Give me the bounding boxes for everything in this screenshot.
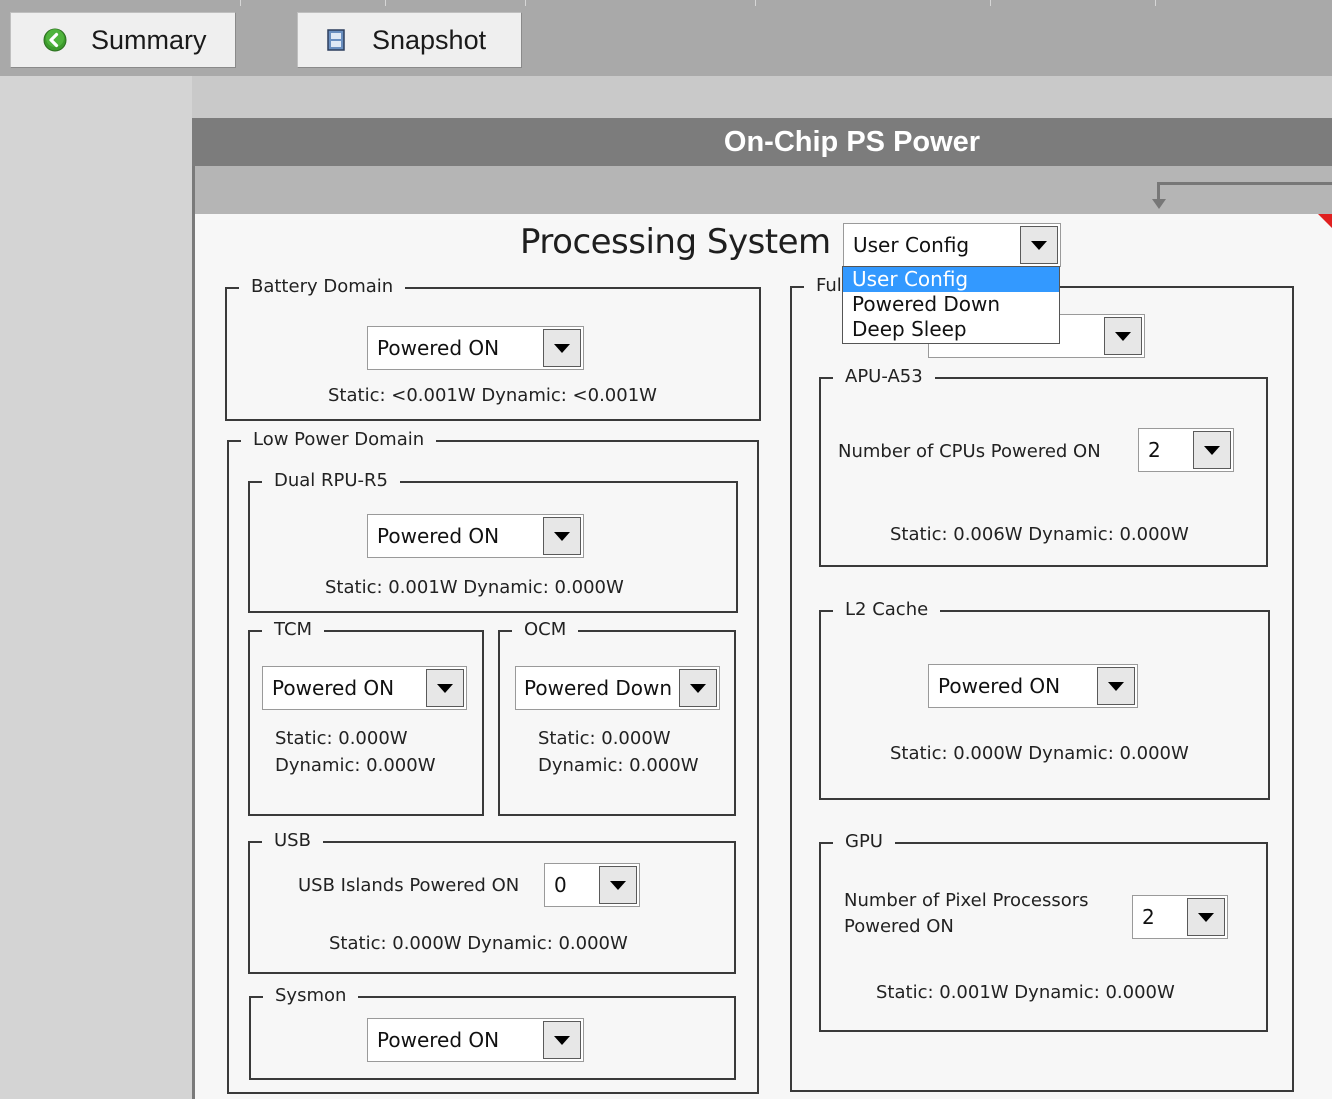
chevron-down-icon bbox=[1198, 912, 1214, 922]
select-value: User Config bbox=[853, 233, 970, 257]
usb-islands-select[interactable]: 0 bbox=[544, 863, 640, 907]
summary-button-label: Summary bbox=[91, 24, 207, 55]
l2-cache-stats: Static: 0.000W Dynamic: 0.000W bbox=[890, 743, 1189, 764]
chevron-down-icon bbox=[554, 1035, 570, 1045]
group-title: Dual RPU-R5 bbox=[262, 469, 401, 493]
connector-arrow-icon bbox=[1152, 199, 1166, 209]
group-title: APU-A53 bbox=[833, 365, 935, 389]
spacer-band bbox=[192, 76, 1332, 118]
dropdown-button[interactable] bbox=[1193, 431, 1231, 469]
processing-system-mode-options: User Config Powered Down Deep Sleep bbox=[842, 266, 1060, 344]
film-snapshot-icon bbox=[327, 29, 345, 51]
usb-stats: Static: 0.000W Dynamic: 0.000W bbox=[329, 933, 628, 954]
tcm-dynamic: Dynamic: 0.000W bbox=[275, 755, 436, 776]
back-arrow-icon bbox=[43, 28, 67, 52]
dropdown-button[interactable] bbox=[426, 669, 464, 707]
group-title: OCM bbox=[512, 618, 579, 642]
ocm-static: Static: 0.000W bbox=[538, 728, 671, 749]
dropdown-button[interactable] bbox=[1097, 667, 1135, 705]
gpu-stats: Static: 0.001W Dynamic: 0.000W bbox=[876, 982, 1175, 1003]
chevron-down-icon bbox=[554, 343, 570, 353]
toolbar: Summary Snapshot bbox=[0, 0, 1332, 76]
gpu-pixel-label-line1: Number of Pixel Processors bbox=[844, 890, 1089, 911]
snapshot-button[interactable]: Snapshot bbox=[297, 12, 522, 68]
option-deep-sleep[interactable]: Deep Sleep bbox=[843, 317, 1059, 342]
dropdown-button[interactable] bbox=[1020, 226, 1058, 264]
grid-divider bbox=[525, 0, 526, 6]
dropdown-button[interactable] bbox=[599, 866, 637, 904]
select-value: 2 bbox=[1142, 905, 1155, 929]
battery-domain-power-select[interactable]: Powered ON bbox=[367, 326, 584, 370]
processing-system-title: Processing System bbox=[520, 222, 831, 262]
processing-system-mode-select[interactable]: User Config bbox=[843, 223, 1061, 267]
group-title: GPU bbox=[833, 830, 895, 854]
dropdown-button[interactable] bbox=[1187, 898, 1225, 936]
select-value: 2 bbox=[1148, 438, 1161, 462]
select-value: Powered ON bbox=[377, 1028, 500, 1052]
grid-divider bbox=[240, 0, 241, 6]
usb-group: USB bbox=[248, 829, 736, 974]
chevron-down-icon bbox=[1108, 681, 1124, 691]
group-title: Sysmon bbox=[263, 984, 359, 1008]
battery-domain-stats: Static: <0.001W Dynamic: <0.001W bbox=[328, 385, 657, 406]
apu-stats: Static: 0.006W Dynamic: 0.000W bbox=[890, 524, 1189, 545]
tcm-group: TCM bbox=[248, 618, 484, 816]
dropdown-button[interactable] bbox=[679, 669, 717, 707]
gpu-pixel-processors-select[interactable]: 2 bbox=[1132, 895, 1228, 939]
group-title: USB bbox=[262, 829, 323, 853]
chevron-down-icon bbox=[554, 531, 570, 541]
grid-divider bbox=[385, 0, 386, 6]
grid-divider bbox=[1155, 0, 1156, 6]
chevron-down-icon bbox=[1031, 240, 1047, 250]
l2-cache-power-select[interactable]: Powered ON bbox=[928, 664, 1138, 708]
snapshot-button-label: Snapshot bbox=[372, 24, 487, 55]
select-value: 0 bbox=[554, 873, 567, 897]
ocm-group: OCM bbox=[498, 618, 736, 816]
group-title: Low Power Domain bbox=[241, 428, 437, 452]
connector-line bbox=[1158, 182, 1332, 185]
apu-cpus-select[interactable]: 2 bbox=[1138, 428, 1234, 472]
group-title: Battery Domain bbox=[239, 275, 406, 299]
group-title: L2 Cache bbox=[833, 598, 941, 622]
grid-divider bbox=[990, 0, 991, 6]
dropdown-button[interactable] bbox=[543, 517, 581, 555]
section-header: On-Chip PS Power bbox=[192, 118, 1332, 166]
chevron-down-icon bbox=[437, 683, 453, 693]
page-title: On-Chip PS Power bbox=[723, 125, 981, 158]
group-title: TCM bbox=[262, 618, 325, 642]
usb-islands-label: USB Islands Powered ON bbox=[298, 875, 520, 896]
comment-marker-icon bbox=[1318, 214, 1332, 228]
select-value: Powered ON bbox=[377, 336, 500, 360]
gpu-pixel-label-line2: Powered ON bbox=[844, 916, 954, 937]
chevron-down-icon bbox=[1204, 445, 1220, 455]
tcm-static: Static: 0.000W bbox=[275, 728, 408, 749]
dropdown-button[interactable] bbox=[543, 1021, 581, 1059]
sysmon-power-select[interactable]: Powered ON bbox=[367, 1018, 584, 1062]
dual-rpu-stats: Static: 0.001W Dynamic: 0.000W bbox=[325, 577, 624, 598]
tcm-power-select[interactable]: Powered ON bbox=[262, 666, 467, 710]
dropdown-button[interactable] bbox=[543, 329, 581, 367]
option-user-config[interactable]: User Config bbox=[843, 267, 1059, 292]
select-value: Powered ON bbox=[272, 676, 395, 700]
select-value: Powered ON bbox=[938, 674, 1061, 698]
summary-button[interactable]: Summary bbox=[10, 12, 236, 68]
option-powered-down[interactable]: Powered Down bbox=[843, 292, 1059, 317]
ocm-power-select[interactable]: Powered Down bbox=[515, 666, 720, 710]
select-value: Powered Down bbox=[524, 676, 673, 700]
select-value: Powered ON bbox=[377, 524, 500, 548]
grid-divider bbox=[755, 0, 756, 6]
chevron-down-icon bbox=[690, 683, 706, 693]
dropdown-button[interactable] bbox=[1104, 317, 1142, 355]
ocm-dynamic: Dynamic: 0.000W bbox=[538, 755, 699, 776]
chevron-down-icon bbox=[1115, 331, 1131, 341]
left-gutter bbox=[0, 76, 192, 1099]
apu-cpus-label: Number of CPUs Powered ON bbox=[838, 441, 1101, 462]
chevron-down-icon bbox=[610, 880, 626, 890]
dual-rpu-power-select[interactable]: Powered ON bbox=[367, 514, 584, 558]
